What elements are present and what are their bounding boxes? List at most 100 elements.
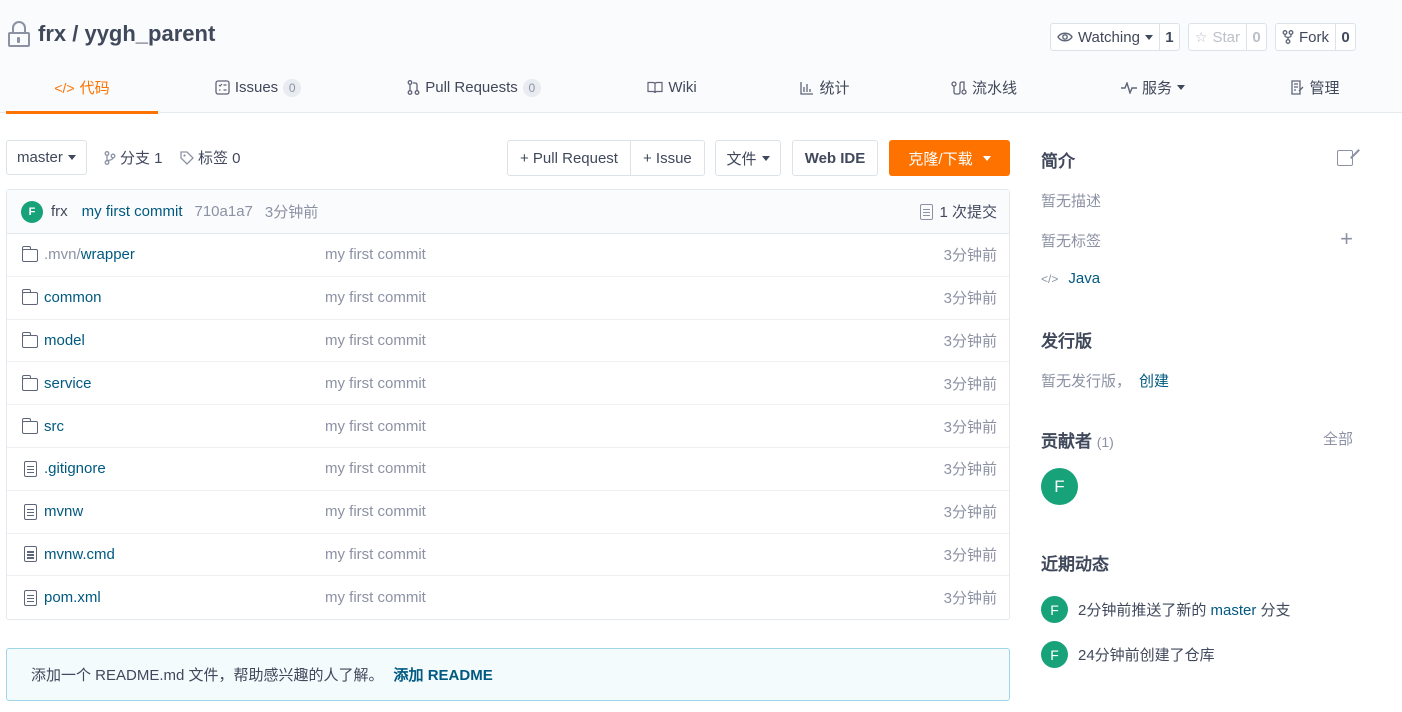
file-name[interactable]: pom.xml bbox=[44, 589, 101, 606]
avatar[interactable]: F bbox=[21, 200, 43, 223]
watch-button[interactable]: Watching 1 bbox=[1049, 23, 1180, 51]
file-icon bbox=[23, 503, 37, 520]
chevron-down-icon bbox=[761, 155, 770, 161]
file-commit-message[interactable]: my first commit bbox=[325, 418, 426, 435]
no-release: 暂无发行版， bbox=[1041, 373, 1132, 390]
readme-hint: 添加一个 README.md 文件，帮助感兴趣的人了解。 bbox=[31, 667, 384, 684]
table-row[interactable]: .mvn/wrapper my first commit 3分钟前 bbox=[7, 234, 1009, 277]
commit-sha[interactable]: 710a1a7 bbox=[195, 203, 253, 220]
file-name[interactable]: .gitignore bbox=[44, 460, 106, 477]
file-commit-message[interactable]: my first commit bbox=[325, 375, 426, 392]
star-count[interactable]: 0 bbox=[1246, 24, 1266, 50]
avatar[interactable]: F bbox=[1041, 596, 1068, 623]
file-name[interactable]: src bbox=[44, 418, 64, 435]
file-name[interactable]: common bbox=[44, 289, 102, 306]
tab-pull-requests-label: Pull Requests bbox=[425, 79, 518, 96]
watch-count[interactable]: 1 bbox=[1158, 24, 1179, 50]
tags-link[interactable]: 标签 0 bbox=[180, 140, 241, 175]
tag-icon bbox=[180, 150, 194, 165]
file-commit-time: 3分钟前 bbox=[943, 418, 997, 436]
commit-message[interactable]: my first commit bbox=[82, 203, 183, 220]
tab-code-label: 代码 bbox=[79, 80, 110, 97]
tab-pipeline[interactable]: 流水线 bbox=[896, 62, 1072, 113]
file-name: wrapper bbox=[80, 246, 135, 264]
edit-icon[interactable] bbox=[1337, 150, 1353, 166]
repo-title[interactable]: frx / yygh_parent bbox=[38, 21, 215, 47]
language-item[interactable]: </> Java bbox=[1041, 270, 1100, 287]
chevron-down-icon bbox=[67, 155, 76, 160]
chart-icon bbox=[800, 81, 814, 95]
file-commit-message[interactable]: my first commit bbox=[325, 289, 426, 306]
create-release-link[interactable]: 创建 bbox=[1139, 373, 1169, 390]
commit-count-link[interactable]: 1 次提交 bbox=[920, 201, 997, 222]
new-issue-button[interactable]: + Issue bbox=[629, 141, 704, 175]
file-commit-time: 3分钟前 bbox=[943, 504, 997, 522]
fork-icon bbox=[1282, 30, 1294, 44]
tab-wiki[interactable]: Wiki bbox=[590, 62, 754, 113]
file-commit-message[interactable]: my first commit bbox=[325, 503, 426, 520]
file-commit-message[interactable]: my first commit bbox=[325, 460, 426, 477]
wiki-icon bbox=[647, 81, 663, 94]
readme-banner: 添加一个 README.md 文件，帮助感兴趣的人了解。 添加 README bbox=[6, 648, 1010, 701]
avatar[interactable]: F bbox=[1041, 468, 1078, 505]
tab-services-label: 服务 bbox=[1141, 80, 1172, 97]
table-row[interactable]: service my first commit 3分钟前 bbox=[7, 362, 1009, 406]
pull-request-icon bbox=[407, 80, 420, 95]
table-row[interactable]: common my first commit 3分钟前 bbox=[7, 277, 1009, 320]
fork-button[interactable]: Fork 0 bbox=[1275, 23, 1356, 51]
chevron-down-icon bbox=[1144, 34, 1153, 40]
file-name[interactable]: mvnw bbox=[44, 503, 83, 520]
table-row[interactable]: .gitignore my first commit 3分钟前 bbox=[7, 448, 1009, 491]
star-label: Star bbox=[1212, 28, 1240, 46]
fork-label: Fork bbox=[1299, 28, 1329, 46]
repo-title-area: frx / yygh_parent bbox=[8, 20, 215, 48]
file-name[interactable]: model bbox=[44, 332, 85, 349]
table-row[interactable]: pom.xml my first commit 3分钟前 bbox=[7, 576, 1009, 619]
star-button[interactable]: ☆ Star 0 bbox=[1187, 23, 1267, 51]
file-commit-message[interactable]: my first commit bbox=[325, 589, 426, 606]
file-name[interactable]: mvnw.cmd bbox=[44, 546, 115, 563]
activity-text-before: 2分钟前推送了新的 bbox=[1078, 602, 1211, 619]
clone-download-button[interactable]: 克隆/下载 bbox=[889, 140, 1010, 176]
repo-tabs: </> 代码 Issues 0 Pull Requests 0 Wiki 统计 … bbox=[6, 62, 1396, 114]
issues-count-badge: 0 bbox=[283, 78, 302, 97]
clone-download-label: 克隆/下载 bbox=[908, 150, 973, 168]
new-pull-request-button[interactable]: + Pull Request bbox=[508, 141, 630, 175]
tab-services[interactable]: 服务 bbox=[1072, 62, 1234, 113]
file-name-link[interactable]: .mvn/wrapper bbox=[44, 246, 135, 263]
commit-time: 3分钟前 bbox=[264, 204, 319, 221]
file-commit-time: 3分钟前 bbox=[943, 590, 997, 608]
commit-author[interactable]: frx bbox=[51, 203, 68, 220]
tab-manage-label: 管理 bbox=[1309, 80, 1340, 97]
add-tag-icon[interactable]: + bbox=[1340, 228, 1353, 250]
activity-branch-link[interactable]: master bbox=[1211, 602, 1257, 619]
all-contributors-link[interactable]: 全部 bbox=[1323, 428, 1353, 449]
pull-requests-count-badge: 0 bbox=[522, 78, 541, 97]
file-icon bbox=[23, 460, 37, 477]
tab-pipeline-label: 流水线 bbox=[971, 80, 1017, 97]
tab-code[interactable]: </> 代码 bbox=[6, 62, 158, 114]
branch-select[interactable]: master bbox=[6, 140, 87, 175]
web-ide-button[interactable]: Web IDE bbox=[792, 140, 878, 176]
tab-stats[interactable]: 统计 bbox=[754, 62, 896, 113]
branches-link[interactable]: 分支 1 bbox=[104, 140, 163, 175]
file-commit-time: 3分钟前 bbox=[943, 461, 997, 479]
file-commit-message[interactable]: my first commit bbox=[325, 246, 426, 263]
avatar[interactable]: F bbox=[1041, 641, 1068, 668]
add-readme-link[interactable]: 添加 README bbox=[394, 664, 493, 685]
file-commit-message[interactable]: my first commit bbox=[325, 546, 426, 563]
star-icon: ☆ bbox=[1194, 28, 1208, 45]
table-row[interactable]: mvnw my first commit 3分钟前 bbox=[7, 491, 1009, 534]
file-name[interactable]: service bbox=[44, 375, 92, 392]
fork-count[interactable]: 0 bbox=[1335, 24, 1355, 50]
tab-issues[interactable]: Issues 0 bbox=[158, 62, 358, 113]
table-row[interactable]: mvnw.cmd my first commit 3分钟前 bbox=[7, 534, 1009, 577]
tab-pull-requests[interactable]: Pull Requests 0 bbox=[358, 62, 590, 113]
release-heading: 发行版 bbox=[1041, 332, 1092, 351]
table-row[interactable]: model my first commit 3分钟前 bbox=[7, 320, 1009, 363]
contributors-count: (1) bbox=[1096, 434, 1114, 450]
file-commit-message[interactable]: my first commit bbox=[325, 332, 426, 349]
tab-manage[interactable]: 管理 bbox=[1234, 62, 1396, 113]
table-row[interactable]: src my first commit 3分钟前 bbox=[7, 405, 1009, 448]
file-menu-button[interactable]: 文件 bbox=[715, 140, 781, 176]
